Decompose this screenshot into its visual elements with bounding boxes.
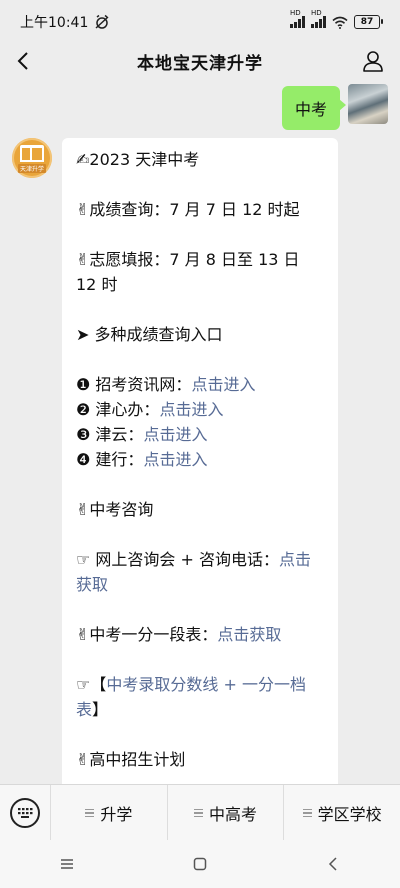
entry-item: ❶ 招考资讯网：点击进入 xyxy=(76,372,326,397)
status-bar: 上午10:41 HD HD 87 xyxy=(0,0,400,44)
status-left: 上午10:41 xyxy=(20,12,110,32)
received-message-bubble: ✍2023 天津中考 ✌成绩查询：7 月 7 日 12 时起 ✌志愿填报：7 月… xyxy=(62,138,338,798)
entries-heading: ➤ 多种成绩查询入口 xyxy=(76,325,223,344)
menu-lines-icon xyxy=(302,808,312,818)
alarm-off-icon xyxy=(95,14,109,29)
consult-line2: 获取 xyxy=(76,572,326,597)
entry-label: ❷ 津心办： xyxy=(76,400,160,419)
consult-line1: ☞ 网上咨询会 + 咨询电话：点击 xyxy=(76,547,326,572)
signal-hd-label-2: HD xyxy=(311,9,322,17)
entry-label: ❶ 招考资讯网： xyxy=(76,375,192,394)
menu-icon xyxy=(60,859,73,869)
cutoff-link-continued[interactable]: 表 xyxy=(76,700,92,719)
plan-heading: ✌高中招生计划 xyxy=(76,750,186,769)
user-avatar[interactable] xyxy=(348,84,388,124)
book-icon xyxy=(20,145,44,162)
score-table-label: ✌中考一分一段表： xyxy=(76,625,218,644)
menu-item-label: 升学 xyxy=(100,805,133,824)
menu-item-label: 中高考 xyxy=(209,805,258,824)
keyboard-icon xyxy=(10,798,40,828)
consult-link[interactable]: 点击 xyxy=(279,550,311,569)
person-icon xyxy=(363,51,383,72)
entry-item: ❸ 津云：点击进入 xyxy=(76,422,326,447)
cutoff-suffix: 】 xyxy=(92,700,109,719)
application-text-line1: ✌志愿填报：7 月 8 日至 13 日 xyxy=(76,250,300,269)
status-time: 上午10:41 xyxy=(20,15,89,31)
page-title: 本地宝天津升学 xyxy=(137,53,263,74)
menu-item-xuequ[interactable]: 学区学校 xyxy=(283,785,400,841)
cutoff-line2: 表】 xyxy=(76,697,326,722)
score-table-line: ✌中考一分一段表：点击获取 xyxy=(76,622,326,647)
entry-link[interactable]: 点击进入 xyxy=(191,375,255,394)
wifi-icon xyxy=(332,16,348,29)
message-title: ✍2023 天津中考 xyxy=(76,150,200,169)
official-account-avatar[interactable]: 天津升学 xyxy=(12,138,52,178)
nav-menu-button[interactable] xyxy=(47,844,87,884)
nav-back-button[interactable] xyxy=(313,844,353,884)
score-table-link[interactable]: 点击获取 xyxy=(217,625,281,644)
menu-item-zhonggaokao[interactable]: 中高考 xyxy=(166,785,284,841)
entry-item: ❷ 津心办：点击进入 xyxy=(76,397,326,422)
consult-label: ☞ 网上咨询会 + 咨询电话： xyxy=(76,550,280,569)
menu-item-shengxue[interactable]: 升学 xyxy=(50,785,167,841)
entry-link[interactable]: 点击进入 xyxy=(159,400,223,419)
consult-link-continued[interactable]: 获取 xyxy=(76,575,108,594)
entry-label: ❸ 津云： xyxy=(76,425,144,444)
status-right: HD HD 87 xyxy=(290,9,383,29)
score-query-text: ✌成绩查询：7 月 7 日 12 时起 xyxy=(76,200,300,219)
battery-level: 87 xyxy=(360,17,374,27)
menu-lines-icon xyxy=(85,808,95,818)
nav-home-button[interactable] xyxy=(180,844,220,884)
entry-link[interactable]: 点击进入 xyxy=(143,450,207,469)
entry-link[interactable]: 点击进入 xyxy=(143,425,207,444)
profile-button[interactable] xyxy=(360,48,386,74)
bottom-menu: 升学 中高考 学区学校 xyxy=(0,784,400,841)
cell-signal-icon: HD xyxy=(290,9,305,28)
cell-signal-icon-2: HD xyxy=(311,9,326,28)
menu-lines-icon xyxy=(194,808,203,818)
home-square-icon xyxy=(193,857,207,871)
sent-message-bubble[interactable]: 中考 xyxy=(281,86,347,130)
entry-label: ❹ 建行： xyxy=(76,450,144,469)
sent-message-row: 中考 xyxy=(281,84,388,130)
cutoff-prefix: ☞【 xyxy=(76,675,107,694)
back-triangle-icon xyxy=(329,857,337,871)
entry-item: ❹ 建行：点击进入 xyxy=(76,447,326,472)
back-button[interactable] xyxy=(10,48,36,74)
battery-icon: 87 xyxy=(354,15,383,29)
sent-message-text: 中考 xyxy=(294,100,327,119)
cutoff-link[interactable]: 中考录取分数线 + 一分一档 xyxy=(106,675,306,694)
application-text-line2: 12 时 xyxy=(76,275,118,294)
consult-heading: ✌中考咨询 xyxy=(76,500,154,519)
keyboard-button[interactable] xyxy=(0,785,50,841)
menu-item-label: 学区学校 xyxy=(317,805,382,824)
title-bar: 本地宝天津升学 xyxy=(0,44,400,78)
system-nav-bar xyxy=(0,840,400,888)
avatar-brand-text: 天津升学 xyxy=(17,164,46,173)
chevron-left-icon xyxy=(17,52,28,70)
signal-hd-label: HD xyxy=(290,9,301,17)
cutoff-line1: ☞【中考录取分数线 + 一分一档 xyxy=(76,672,326,697)
